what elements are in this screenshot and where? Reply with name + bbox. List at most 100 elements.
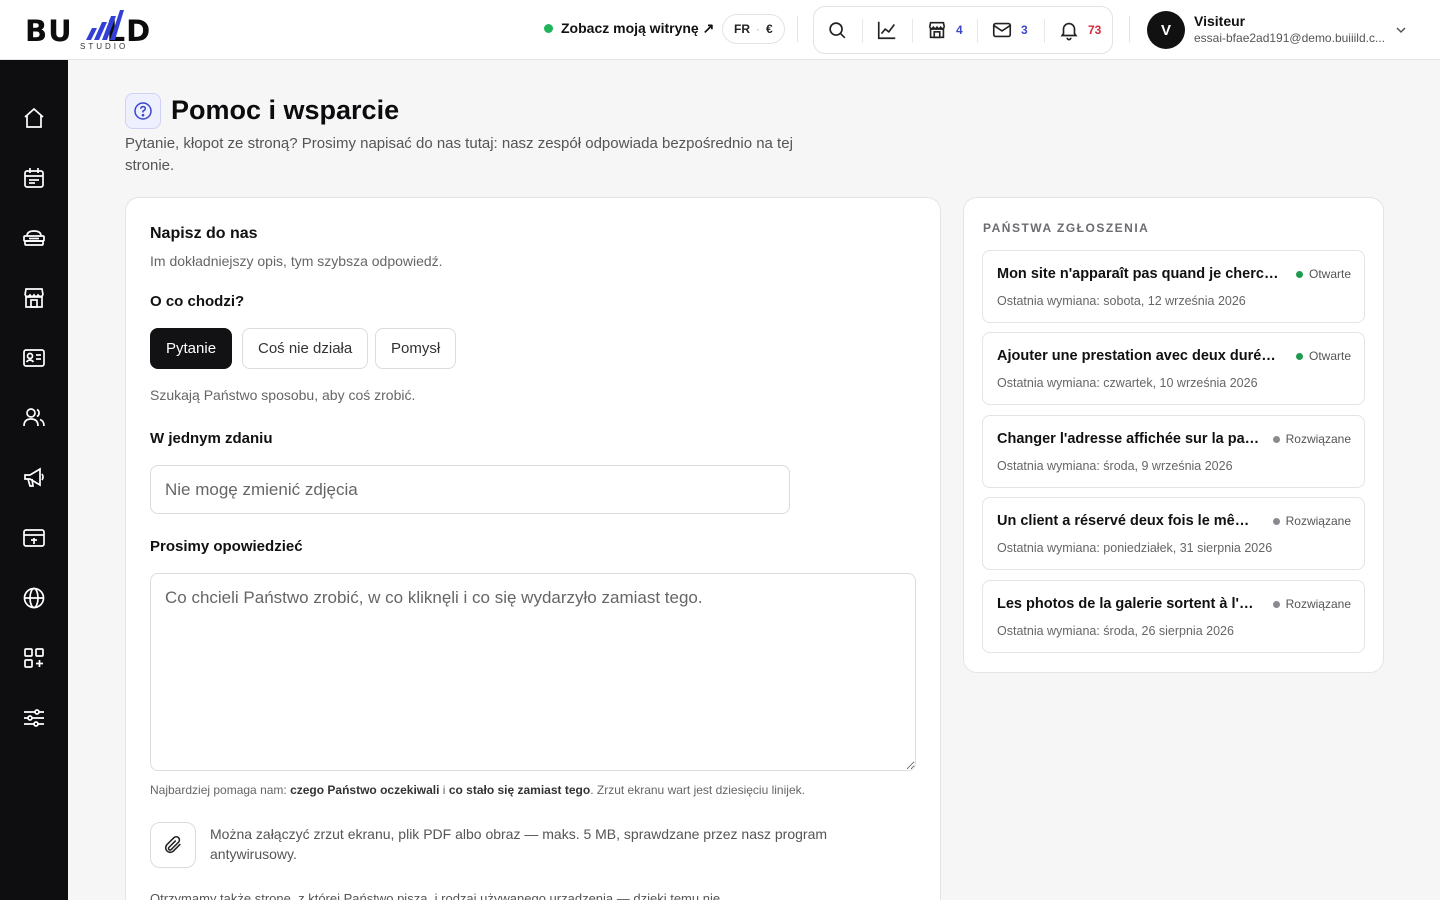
- ticket-title: Changer l'adresse affichée sur la page c…: [997, 431, 1260, 447]
- divider: [977, 19, 978, 43]
- notification-count-badge: 73: [1088, 23, 1102, 37]
- home-icon: [24, 107, 44, 128]
- details-textarea[interactable]: [150, 573, 916, 771]
- ticket-status: Rozwiązane: [1272, 514, 1351, 528]
- tip-emphasis-expected: czego Państwo oczekiwali: [290, 783, 440, 797]
- brand-logo[interactable]: BU LD STUDIO: [25, 8, 185, 54]
- ticket-item[interactable]: Les photos de la galerie sortent à l'env…: [982, 580, 1365, 653]
- divider: [1044, 19, 1045, 43]
- ticket-status: Rozwiązane: [1272, 432, 1351, 446]
- quick-actions-bar: 4 3 73: [813, 6, 1113, 54]
- sidebar-item-website[interactable]: [21, 585, 47, 611]
- sidebar-item-services[interactable]: [21, 225, 47, 251]
- contact-card-icon: [23, 349, 45, 367]
- status-label: Rozwiązane: [1285, 597, 1351, 611]
- question-circle-icon: [134, 102, 152, 120]
- status-dot: [1272, 600, 1280, 608]
- sidebar-item-contacts[interactable]: [21, 345, 47, 371]
- notifications-button[interactable]: 73: [1058, 19, 1101, 41]
- ticket-item[interactable]: Ajouter une prestation avec deux durées …: [982, 332, 1365, 405]
- user-email: essai-bfae2ad191@demo.buiiild.c...: [1194, 31, 1385, 45]
- sidebar-item-home[interactable]: [21, 105, 47, 131]
- page-subtitle: Pytanie, kłopot ze stroną? Prosimy napis…: [125, 135, 793, 174]
- tip-connector: i: [439, 783, 449, 797]
- status-dot: [1295, 270, 1303, 278]
- topic-question-button[interactable]: Pytanie: [150, 328, 233, 369]
- payment-card-icon: [23, 529, 45, 547]
- store-icon: [928, 21, 946, 39]
- summary-label: W jednym zdaniu: [150, 430, 273, 447]
- context-notice: Otrzymamy także stronę, z której Państwo…: [150, 891, 721, 900]
- contact-form-card: Napisz do nas Im dokładniejszy opis, tym…: [125, 197, 941, 900]
- ticket-title: Un client a réservé deux fois le même cr…: [997, 513, 1260, 529]
- divider: [862, 19, 863, 43]
- mail-count-badge: 3: [1021, 23, 1028, 37]
- sidebar-item-apps[interactable]: [21, 645, 47, 671]
- status-label: Otwarte: [1308, 349, 1351, 363]
- chevron-down-icon[interactable]: [1393, 22, 1409, 38]
- sidebar-item-store[interactable]: [21, 285, 47, 311]
- search-button[interactable]: [826, 19, 848, 41]
- attach-description: Można załączyć zrzut ekranu, plik PDF al…: [210, 826, 828, 862]
- avatar[interactable]: V: [1147, 11, 1185, 49]
- sidebar: [0, 60, 68, 900]
- status-dot: [1295, 352, 1303, 360]
- ticket-last-exchange: Ostatnia wymiana: środa, 26 sierpnia 202…: [997, 624, 1234, 638]
- tickets-heading: PAŃSTWA ZGŁOSZENIA: [983, 221, 1150, 235]
- ticket-item[interactable]: Un client a réservé deux fois le même cr…: [982, 497, 1365, 570]
- sidebar-item-settings[interactable]: [21, 705, 47, 731]
- ticket-title: Mon site n'apparaît pas quand je cherche…: [997, 266, 1282, 282]
- site-status-dot: [544, 24, 553, 33]
- tickets-panel: PAŃSTWA ZGŁOSZENIA Mon site n'apparaît p…: [963, 197, 1384, 673]
- ticket-status: Otwarte: [1295, 349, 1351, 363]
- tip-prefix: Najbardziej pomaga nam:: [150, 783, 291, 797]
- chart-line-icon: [877, 21, 896, 40]
- ticket-item[interactable]: Mon site n'apparaît pas quand je cherche…: [982, 250, 1365, 323]
- form-subtitle: Im dokładniejszy opis, tym szybsza odpow…: [150, 253, 443, 269]
- store-icon: [24, 288, 44, 308]
- view-site-link[interactable]: Zobacz moją witrynę ↗: [544, 20, 714, 37]
- globe-icon: [23, 587, 45, 609]
- status-dot: [1272, 517, 1280, 525]
- stats-button[interactable]: [876, 19, 898, 41]
- ticket-last-exchange: Ostatnia wymiana: poniedziałek, 31 sierp…: [997, 541, 1273, 555]
- writing-tip: Najbardziej pomaga nam: czego Państwo oc…: [150, 783, 805, 797]
- divider: [797, 16, 798, 42]
- messages-button[interactable]: 3: [991, 19, 1028, 41]
- ticket-last-exchange: Ostatnia wymiana: środa, 9 września 2026: [997, 459, 1233, 473]
- ticket-status: Otwarte: [1295, 267, 1351, 281]
- attach-file-button[interactable]: [150, 822, 196, 868]
- ticket-last-exchange: Ostatnia wymiana: czwartek, 10 września …: [997, 376, 1258, 390]
- ticket-last-exchange: Ostatnia wymiana: sobota, 12 września 20…: [997, 294, 1246, 308]
- calendar-icon: [24, 168, 44, 188]
- status-label: Rozwiązane: [1285, 432, 1351, 446]
- form-title: Napisz do nas: [150, 225, 258, 242]
- ticket-title: Ajouter une prestation avec deux durées …: [997, 348, 1282, 364]
- language-currency-selector[interactable]: FR · €: [722, 14, 785, 44]
- divider: [912, 19, 913, 43]
- currency-symbol: €: [766, 22, 773, 36]
- user-name[interactable]: Visiteur: [1194, 13, 1245, 29]
- topic-idea-button[interactable]: Pomysł: [375, 328, 457, 369]
- summary-input[interactable]: [150, 465, 790, 514]
- sidebar-item-payments[interactable]: [21, 525, 47, 551]
- services-icon: [23, 230, 45, 246]
- topic-label: O co chodzi?: [150, 293, 245, 310]
- tip-emphasis-actual: co stało się zamiast tego: [448, 783, 591, 797]
- view-site-label: Zobacz moją witrynę ↗: [561, 20, 715, 36]
- mail-icon: [992, 22, 1012, 38]
- topic-bug-button[interactable]: Coś nie działa: [242, 328, 369, 369]
- sidebar-item-marketing[interactable]: [21, 465, 47, 491]
- status-label: Otwarte: [1308, 267, 1351, 281]
- topic-hint: Szukają Państwo sposobu, aby coś zrobić.: [150, 387, 416, 403]
- sidebar-item-calendar[interactable]: [21, 165, 47, 191]
- ticket-status: Rozwiązane: [1272, 597, 1351, 611]
- status-label: Rozwiązane: [1285, 514, 1351, 528]
- ticket-item[interactable]: Changer l'adresse affichée sur la page c…: [982, 415, 1365, 488]
- settings-sliders-icon: [24, 709, 44, 727]
- help-header-icon: [125, 93, 161, 129]
- logo-text-left: BU: [25, 14, 73, 48]
- shop-button[interactable]: 4: [926, 19, 963, 41]
- top-bar: BU LD STUDIO Zobacz moją witrynę ↗ FR · €…: [0, 0, 1440, 60]
- sidebar-item-clients[interactable]: [21, 405, 47, 431]
